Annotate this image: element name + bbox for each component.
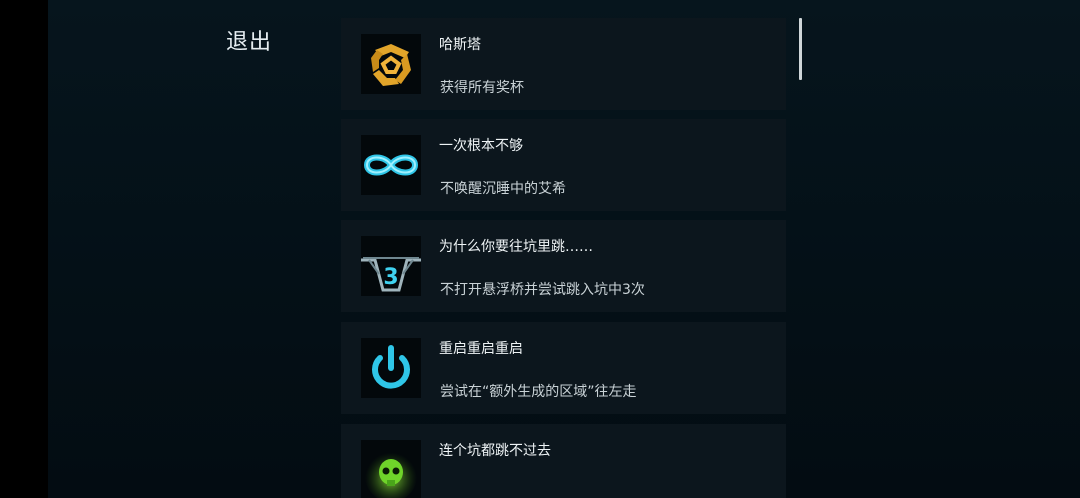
achievement-card-infinity[interactable]: 一次根本不够 不唤醒沉睡中的艾希 <box>341 119 786 211</box>
achievement-title: 一次根本不够 <box>439 138 523 154</box>
green-skull-icon <box>361 440 421 498</box>
scrollbar[interactable] <box>799 18 802 80</box>
pit-count-text: 3 <box>383 265 398 290</box>
infinity-icon <box>361 135 421 195</box>
achievement-list[interactable]: 哈斯塔 获得所有奖杯 一次根本不够 不唤醒沉睡中的艾希 3 为什么你要往坑里跳…… <box>341 18 786 498</box>
power-icon <box>361 338 421 398</box>
achievement-title: 重启重启重启 <box>439 341 523 357</box>
achievement-title: 连个坑都跳不过去 <box>439 443 551 459</box>
achievement-card-restart[interactable]: 重启重启重启 尝试在“额外生成的区域”往左走 <box>341 322 786 414</box>
achievement-title: 为什么你要往坑里跳…… <box>439 239 593 255</box>
exit-button[interactable]: 退出 <box>226 24 272 56</box>
achievement-card-hastur[interactable]: 哈斯塔 获得所有奖杯 <box>341 18 786 110</box>
achievement-description: 不唤醒沉睡中的艾希 <box>440 181 566 197</box>
achievement-description: 尝试在“额外生成的区域”往左走 <box>440 384 637 400</box>
hastur-sigil-icon <box>361 34 421 94</box>
achievement-card-skull[interactable]: 连个坑都跳不过去 <box>341 424 786 498</box>
achievements-screen: 退出 哈斯塔 获得所有奖杯 一次根本不够 不唤醒沉睡中的艾希 3 为什么你要往坑… <box>48 0 1080 498</box>
achievement-description: 获得所有奖杯 <box>440 80 524 96</box>
achievement-description: 不打开悬浮桥并尝试跳入坑中3次 <box>440 282 645 298</box>
achievement-card-pit[interactable]: 3 为什么你要往坑里跳…… 不打开悬浮桥并尝试跳入坑中3次 <box>341 220 786 312</box>
pit-bridge-3-icon: 3 <box>361 236 421 296</box>
achievement-title: 哈斯塔 <box>439 37 481 53</box>
